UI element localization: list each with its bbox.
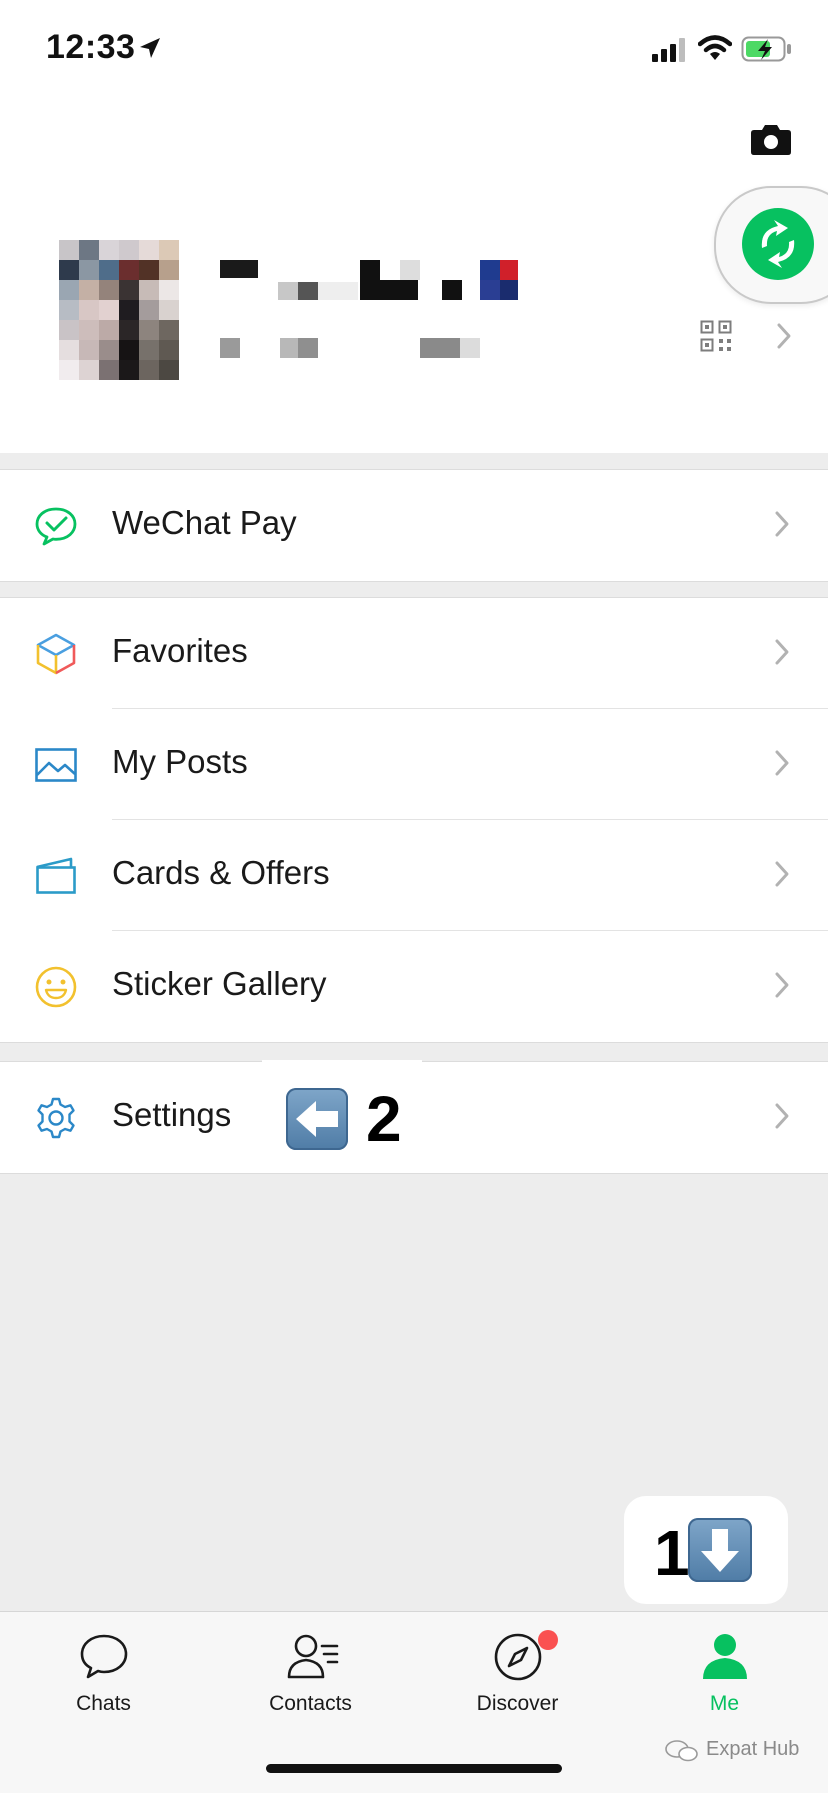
me-icon — [703, 1634, 747, 1679]
menu-group-main: Favorites My Posts Cards & Offers Sticke… — [0, 597, 828, 1043]
menu-group-pay: WeChat Pay — [0, 469, 828, 582]
qr-code-icon[interactable] — [700, 320, 732, 352]
mini-program-button[interactable] — [714, 186, 828, 304]
tab-me[interactable]: Me — [621, 1612, 828, 1732]
wechat-pay-icon — [35, 507, 77, 546]
my-posts-icon — [35, 748, 77, 782]
tab-label-chats: Chats — [76, 1692, 131, 1715]
chevron-right-icon — [775, 972, 789, 998]
mini-program-icon — [742, 208, 814, 280]
tab-discover[interactable]: Discover — [414, 1612, 621, 1732]
wechat-id-redacted — [218, 336, 488, 360]
wifi-icon — [698, 35, 732, 60]
chats-icon — [80, 1634, 128, 1679]
annotation-step-2: 2 — [366, 1083, 402, 1155]
menu-label-wechat-pay: WeChat Pay — [112, 504, 297, 541]
contacts-icon — [287, 1634, 339, 1679]
menu-label-settings: Settings — [112, 1096, 232, 1133]
annotation-step-1: 1 — [654, 1517, 690, 1589]
profile-name-redacted — [218, 258, 528, 300]
discover-icon — [494, 1633, 542, 1681]
menu-label-my-posts: My Posts — [112, 743, 248, 780]
wechat-logo-icon — [665, 1740, 698, 1762]
menu-item-my-posts[interactable]: My Posts — [0, 709, 828, 820]
watermark: Expat Hub — [706, 1738, 800, 1760]
chevron-right-icon — [777, 323, 791, 349]
tab-label-me: Me — [709, 1692, 740, 1715]
chevron-right-icon — [775, 861, 789, 887]
chevron-right-icon — [775, 639, 789, 665]
down-arrow-key-icon — [688, 1518, 752, 1582]
menu-item-cards-offers[interactable]: Cards & Offers — [0, 820, 828, 931]
location-arrow-icon — [140, 38, 160, 58]
tab-label-discover: Discover — [476, 1692, 559, 1715]
tab-chats[interactable]: Chats — [0, 1612, 207, 1732]
sticker-gallery-icon — [35, 966, 77, 1008]
chevron-right-icon — [775, 1103, 789, 1129]
chevron-right-icon — [775, 750, 789, 776]
menu-item-sticker-gallery[interactable]: Sticker Gallery — [0, 931, 828, 1042]
settings-icon — [37, 1097, 75, 1139]
status-bar: 12:33 — [0, 0, 828, 100]
status-time: 12:33 — [46, 28, 136, 66]
menu-label-cards-offers: Cards & Offers — [112, 854, 330, 891]
tab-label-contacts: Contacts — [269, 1692, 352, 1715]
cards-offers-icon — [36, 857, 76, 894]
menu-item-favorites[interactable]: Favorites — [0, 598, 828, 709]
menu-item-wechat-pay[interactable]: WeChat Pay — [0, 470, 828, 581]
battery-charging-icon — [741, 36, 791, 62]
left-arrow-key-icon — [286, 1088, 348, 1150]
notification-badge — [538, 1630, 558, 1650]
camera-icon[interactable] — [750, 122, 792, 156]
signal-icon — [652, 38, 685, 62]
menu-label-sticker-gallery: Sticker Gallery — [112, 965, 327, 1002]
avatar[interactable] — [59, 240, 179, 380]
profile-header[interactable] — [0, 100, 828, 453]
tab-contacts[interactable]: Contacts — [207, 1612, 414, 1732]
menu-label-favorites: Favorites — [112, 632, 248, 669]
favorites-icon — [36, 633, 76, 675]
chevron-right-icon — [775, 511, 789, 537]
home-indicator — [266, 1764, 562, 1773]
